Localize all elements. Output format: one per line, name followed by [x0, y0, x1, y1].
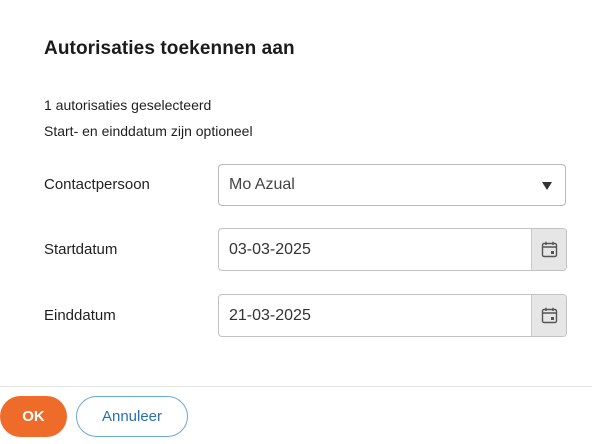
dialog-title: Autorisaties toekennen aan: [44, 38, 295, 59]
calendar-icon: [541, 307, 558, 324]
start-date-field[interactable]: 03-03-2025: [218, 228, 567, 271]
calendar-icon: [541, 241, 558, 258]
optional-dates-hint: Start- en einddatum zijn optioneel: [44, 123, 253, 139]
contact-select[interactable]: Mo Azual: [218, 164, 566, 206]
caret-down-icon: [542, 182, 552, 190]
contact-select-value: Mo Azual: [229, 176, 295, 193]
end-date-value: 21-03-2025: [229, 307, 311, 324]
ok-button[interactable]: OK: [0, 396, 67, 437]
contact-label: Contactpersoon: [44, 176, 150, 193]
authorization-dialog: Autorisaties toekennen aan 1 autorisatie…: [0, 0, 592, 444]
footer-divider: [0, 386, 592, 387]
selection-count-text: 1 autorisaties geselecteerd: [44, 97, 212, 113]
start-date-picker-button[interactable]: [531, 229, 566, 270]
cancel-button[interactable]: Annuleer: [76, 396, 188, 437]
start-date-label: Startdatum: [44, 241, 118, 258]
end-date-field[interactable]: 21-03-2025: [218, 294, 567, 337]
end-date-picker-button[interactable]: [531, 295, 566, 336]
end-date-label: Einddatum: [44, 307, 116, 324]
start-date-value: 03-03-2025: [229, 241, 311, 258]
